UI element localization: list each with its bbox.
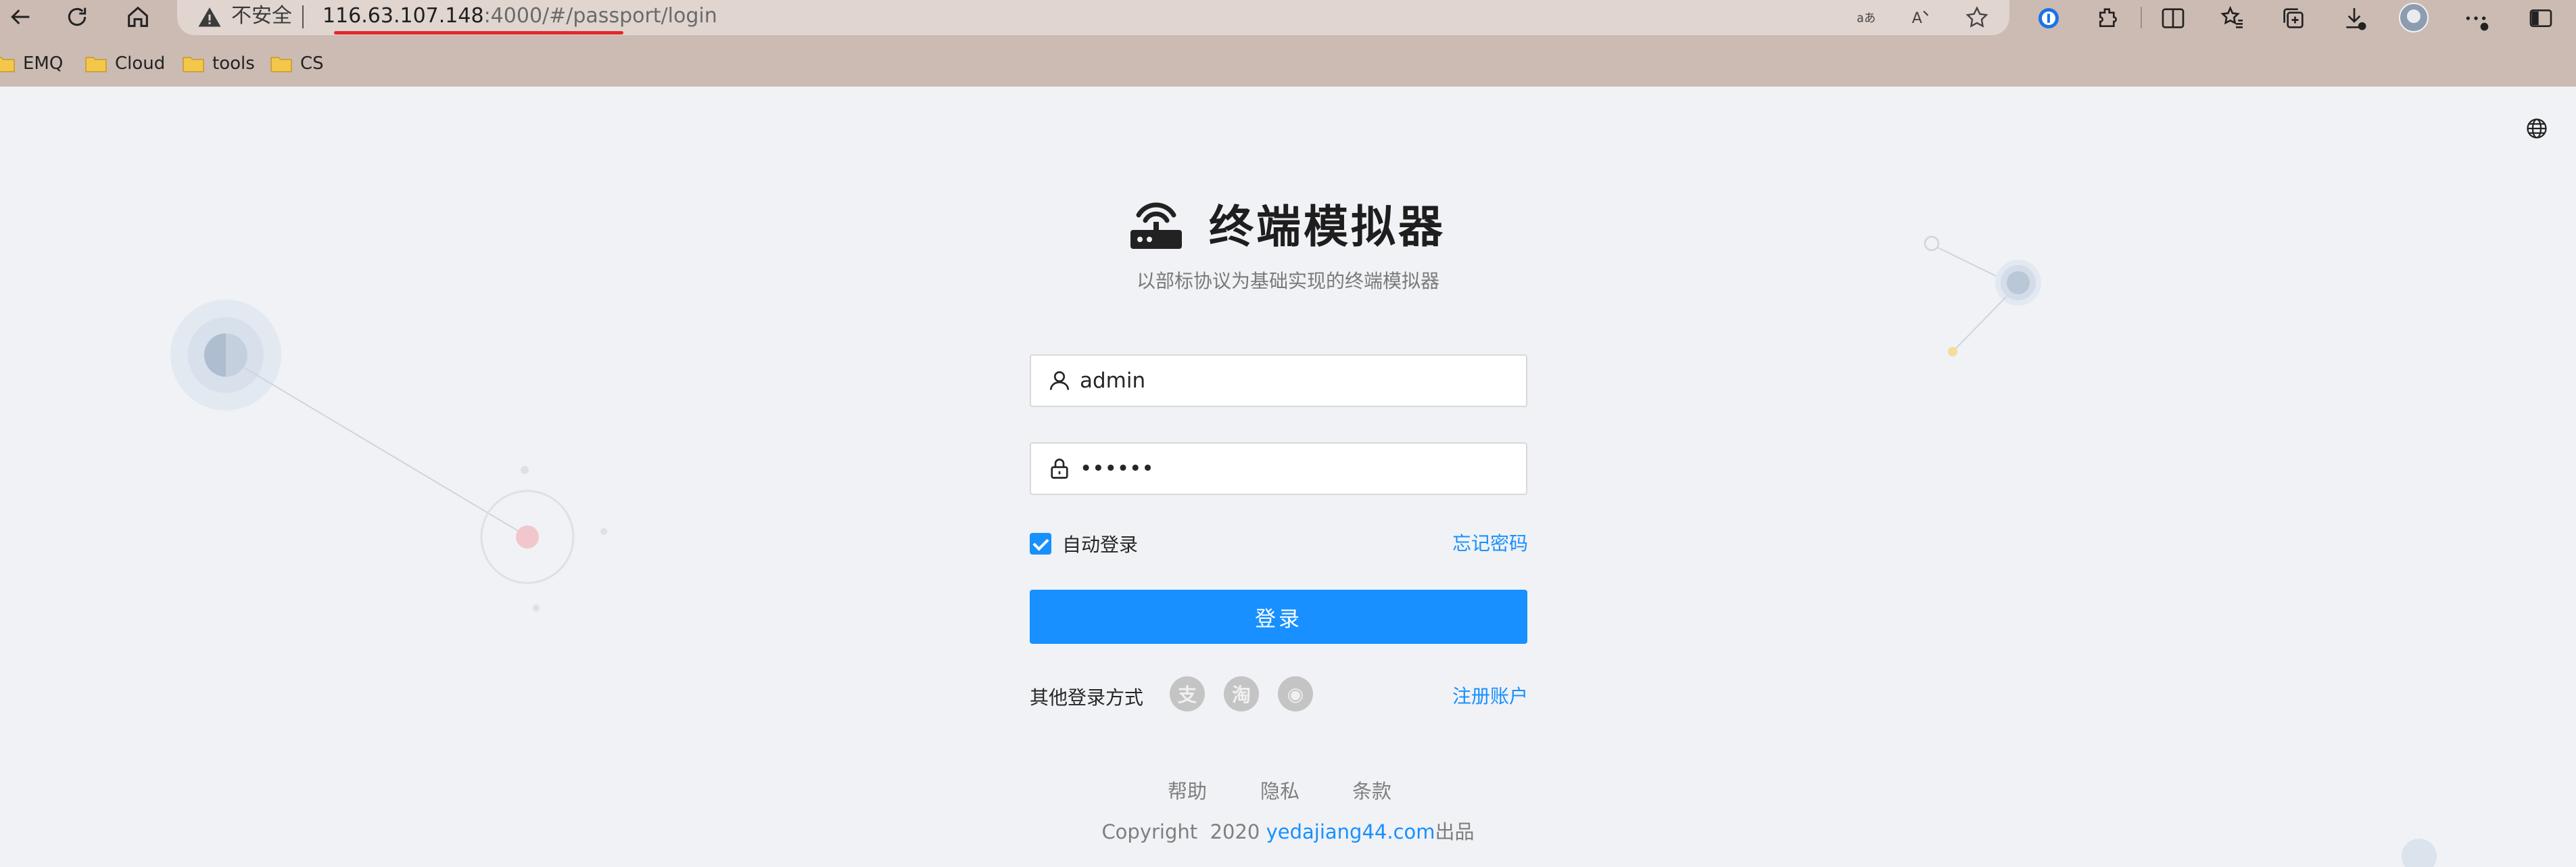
app-subtitle: 以部标协议为基础实现的终端模拟器 — [1136, 270, 1439, 292]
lock-icon — [1051, 459, 1068, 479]
sidebar-icon[interactable] — [2526, 3, 2556, 33]
svg-text:aあ: aあ — [1857, 11, 1876, 25]
auto-login-checkbox[interactable]: 自动登录 — [1030, 530, 1138, 557]
toolbar-divider — [2141, 7, 2142, 28]
browser-toolbar: 不安全 116.63.107.148:4000/#/passport/login… — [0, 0, 2576, 38]
translate-icon[interactable]: A — [1908, 4, 1935, 31]
language-globe-icon[interactable] — [2525, 116, 2549, 141]
username-field[interactable] — [1030, 354, 1527, 407]
favorite-star-icon[interactable] — [1963, 4, 1990, 31]
weibo-icon[interactable]: ◉ — [1278, 676, 1313, 711]
copyright-suffix: 出品 — [1435, 820, 1475, 843]
forgot-password-link[interactable]: 忘记密码 — [1452, 530, 1528, 557]
user-icon — [1049, 371, 1070, 390]
router-icon — [1130, 202, 1182, 249]
help-link[interactable]: 帮助 — [1168, 776, 1207, 806]
url-path: :4000/#/passport/login — [483, 4, 717, 28]
split-screen-icon[interactable] — [2158, 3, 2188, 33]
warning-icon[interactable] — [197, 5, 222, 30]
taobao-icon[interactable]: 淘 — [1224, 676, 1259, 711]
address-divider — [302, 5, 304, 28]
app-title: 终端模拟器 — [1209, 201, 1446, 253]
bookmark-label: tools — [212, 53, 255, 74]
bookmark-label: EMQ — [23, 53, 64, 74]
copyright-prefix: Copyright 2020 — [1101, 820, 1266, 843]
security-label[interactable]: 不安全 — [231, 3, 292, 30]
extensions-icon[interactable] — [2093, 3, 2123, 33]
browser-chrome: 不安全 116.63.107.148:4000/#/passport/login… — [0, 0, 2576, 87]
login-page: 终端模拟器 以部标协议为基础实现的终端模拟器 自动登录 忘记密码 登录 其他登录… — [0, 87, 2576, 867]
login-button[interactable]: 登录 — [1030, 590, 1527, 644]
address-bar[interactable]: 不安全 116.63.107.148:4000/#/passport/login… — [177, 0, 2009, 35]
url-text[interactable]: 116.63.107.148:4000/#/passport/login — [323, 3, 717, 30]
bookmark-folder[interactable]: tools — [183, 47, 255, 80]
password-manager-icon[interactable] — [2034, 3, 2064, 33]
more-icon[interactable] — [2461, 3, 2491, 33]
folder-icon — [85, 57, 107, 72]
url-host: 116.63.107.148 — [323, 4, 484, 28]
copyright-site-link[interactable]: yedajiang44.com — [1266, 820, 1435, 843]
folder-icon — [270, 57, 292, 72]
downloads-icon[interactable] — [2339, 3, 2369, 33]
reload-icon[interactable] — [58, 0, 96, 34]
bookmark-folder[interactable]: Cloud — [85, 47, 165, 80]
password-input[interactable] — [1080, 450, 1512, 487]
collections-icon[interactable] — [2279, 3, 2308, 33]
other-login-methods-label: 其他登录方式 — [1030, 686, 1144, 709]
home-icon[interactable] — [119, 0, 157, 34]
svg-text:A: A — [1912, 9, 1922, 27]
read-aloud-icon[interactable]: aあ — [1854, 4, 1881, 31]
checkbox-checked-icon[interactable] — [1030, 533, 1051, 555]
alipay-icon[interactable]: 支 — [1170, 676, 1205, 711]
password-field[interactable] — [1030, 442, 1527, 495]
bookmark-folder[interactable]: EMQ — [0, 47, 63, 80]
favorites-icon[interactable] — [2218, 3, 2247, 33]
url-underline — [334, 31, 623, 34]
register-link[interactable]: 注册账户 — [1452, 678, 1528, 716]
bookmarks-bar: EMQ Cloud tools CS — [0, 47, 2576, 80]
bookmark-label: Cloud — [115, 53, 166, 74]
bookmark-folder[interactable]: CS — [270, 47, 324, 80]
folder-icon — [183, 57, 204, 72]
auto-login-label: 自动登录 — [1062, 534, 1139, 556]
copyright: Copyright 2020 yedajiang44.com出品 — [0, 817, 2576, 847]
folder-icon — [0, 57, 15, 72]
terms-link[interactable]: 条款 — [1352, 776, 1391, 806]
app-header: 终端模拟器 — [1128, 189, 1446, 257]
profile-avatar[interactable] — [2399, 3, 2429, 32]
username-input[interactable] — [1080, 362, 1512, 399]
bookmark-label: CS — [300, 53, 324, 74]
privacy-link[interactable]: 隐私 — [1260, 776, 1299, 806]
back-icon[interactable] — [1, 0, 39, 34]
